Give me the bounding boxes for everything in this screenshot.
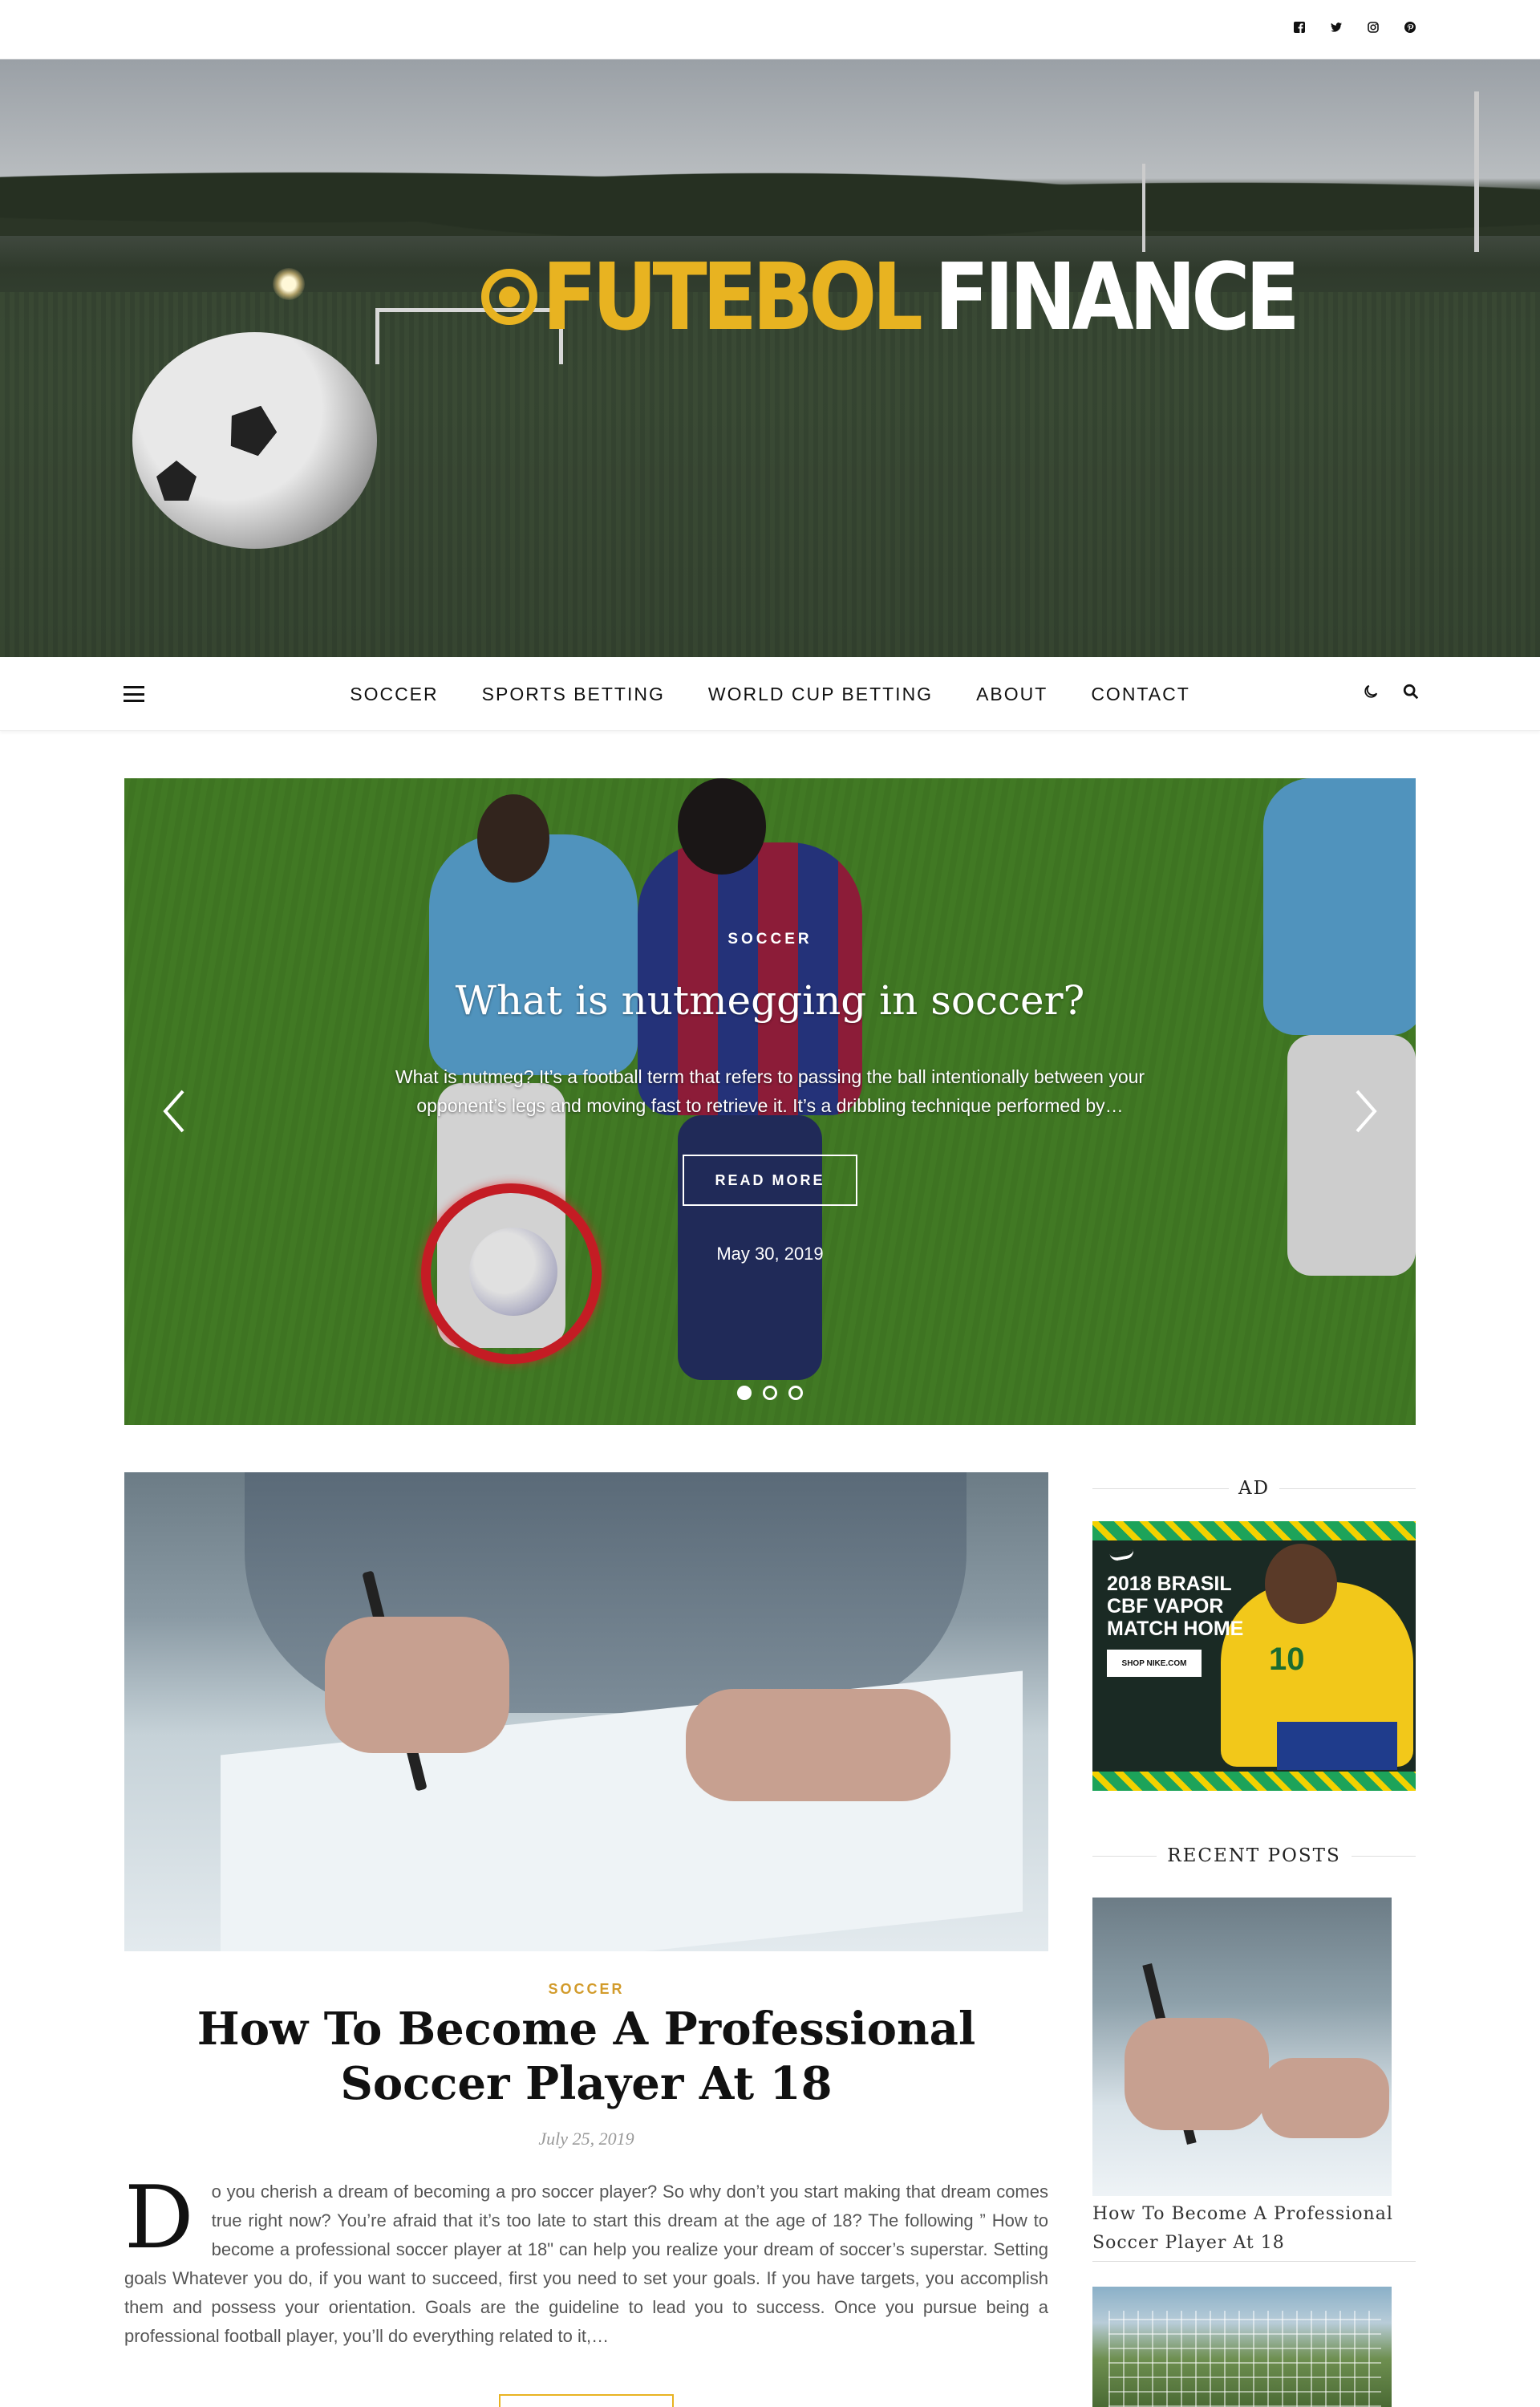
logo-word-futebol: FUTEBOL — [542, 242, 923, 351]
recent-post-divider — [1092, 2261, 1416, 2262]
nav-link-sports-betting[interactable]: SPORTS BETTING — [482, 684, 665, 704]
slide-category[interactable]: SOCCER — [0, 931, 1540, 948]
thumbnail-goal-net — [1108, 2311, 1381, 2407]
nav-link-about[interactable]: ABOUT — [976, 684, 1048, 704]
social-links — [1291, 19, 1418, 35]
slider-prev-arrow-icon[interactable] — [159, 1087, 191, 1135]
top-bar — [0, 0, 1540, 59]
search-icon[interactable] — [1402, 683, 1420, 704]
nav-menu: SOCCER SPORTS BETTING WORLD CUP BETTING … — [0, 657, 1540, 731]
header-hero-image — [0, 59, 1540, 657]
hero-treeline — [0, 140, 1540, 236]
hero-soccer-ball — [132, 332, 377, 549]
twitter-icon[interactable] — [1328, 19, 1344, 35]
slider-dot[interactable] — [737, 1386, 752, 1400]
post-read-more-button[interactable] — [499, 2394, 674, 2407]
slide-title[interactable]: What is nutmegging in soccer? — [0, 977, 1540, 1024]
thumbnail-hand — [1261, 2058, 1389, 2138]
ad-line-2: CBF VAPOR — [1107, 1595, 1224, 1618]
post-category[interactable]: SOCCER — [124, 1981, 1048, 1998]
ad-line-1: 2018 BRASIL — [1107, 1573, 1232, 1595]
main-navigation: SOCCER SPORTS BETTING WORLD CUP BETTING … — [0, 657, 1540, 731]
ad-stripe — [1092, 1521, 1416, 1540]
nav-item-about: ABOUT — [976, 684, 1048, 705]
read-more-button[interactable]: READ MORE — [683, 1155, 857, 1206]
slider-next-arrow-icon[interactable] — [1349, 1087, 1381, 1135]
recent-post-thumbnail[interactable] — [1092, 1898, 1392, 2196]
slider-dot[interactable] — [763, 1386, 777, 1400]
post-title[interactable]: How To Become A Professional Soccer Play… — [124, 2002, 1048, 2111]
slider-pagination — [0, 1386, 1540, 1400]
recent-posts-title-text: RECENT POSTS — [1167, 1845, 1341, 1866]
ad-player-head — [1265, 1544, 1337, 1624]
thumbnail-hand — [1125, 2018, 1269, 2130]
logo-word-finance: FINANCE — [934, 242, 1300, 351]
ad-jersey-number: 10 — [1269, 1642, 1305, 1677]
ad-headline: 2018 BRASIL CBF VAPOR MATCH HOME — [1107, 1573, 1243, 1640]
facebook-icon[interactable] — [1291, 19, 1307, 35]
slide-excerpt: What is nutmeg? It’s a football term tha… — [395, 1066, 1145, 1116]
site-logo[interactable]: FUTEBOL FINANCE — [481, 243, 1300, 351]
hero-sun — [273, 268, 305, 300]
nav-item-contact: CONTACT — [1091, 684, 1189, 705]
post-dropcap: D — [124, 2168, 194, 2268]
nike-advertisement[interactable]: 10 2018 BRASIL CBF VAPOR MATCH HOME SHOP… — [1092, 1521, 1416, 1791]
ad-widget-title: AD — [1092, 1478, 1416, 1499]
hero-light-pole — [1142, 164, 1145, 252]
ad-stripe — [1092, 1772, 1416, 1791]
nav-item-soccer: SOCCER — [350, 684, 438, 705]
recent-posts-title: RECENT POSTS — [1092, 1845, 1416, 1866]
hero-light-pole — [1474, 91, 1479, 252]
post-featured-image[interactable] — [124, 1472, 1048, 1951]
nav-item-world-cup-betting: WORLD CUP BETTING — [708, 684, 933, 705]
nav-tools — [1362, 683, 1420, 704]
nav-item-sports-betting: SPORTS BETTING — [482, 684, 665, 705]
nike-swoosh-icon — [1109, 1549, 1135, 1562]
ad-widget-title-text: AD — [1238, 1478, 1270, 1499]
image-hand — [686, 1689, 950, 1801]
post-excerpt-text: o you cherish a dream of becoming a pro … — [124, 2182, 1048, 2346]
recent-post-thumbnail[interactable] — [1092, 2287, 1392, 2407]
instagram-icon[interactable] — [1365, 19, 1381, 35]
post-date: July 25, 2019 — [538, 2129, 634, 2149]
slide-date: May 30, 2019 — [716, 1244, 824, 1264]
ad-shop-button[interactable]: SHOP NIKE.COM — [1107, 1650, 1202, 1677]
nav-link-world-cup-betting[interactable]: WORLD CUP BETTING — [708, 684, 933, 704]
pinterest-icon[interactable] — [1402, 19, 1418, 35]
slider-dot[interactable] — [788, 1386, 803, 1400]
image-hand — [325, 1617, 509, 1753]
recent-post-title[interactable]: How To Become A Professional Soccer Play… — [1092, 2200, 1413, 2258]
nav-link-soccer[interactable]: SOCCER — [350, 684, 438, 704]
nav-link-contact[interactable]: CONTACT — [1091, 684, 1189, 704]
dark-mode-moon-icon[interactable] — [1362, 683, 1380, 704]
post-excerpt: D o you cherish a dream of becoming a pr… — [124, 2168, 1048, 2351]
ad-player-shorts — [1277, 1722, 1397, 1770]
logo-ball-icon — [481, 269, 537, 325]
ad-line-3: MATCH HOME — [1107, 1618, 1244, 1640]
